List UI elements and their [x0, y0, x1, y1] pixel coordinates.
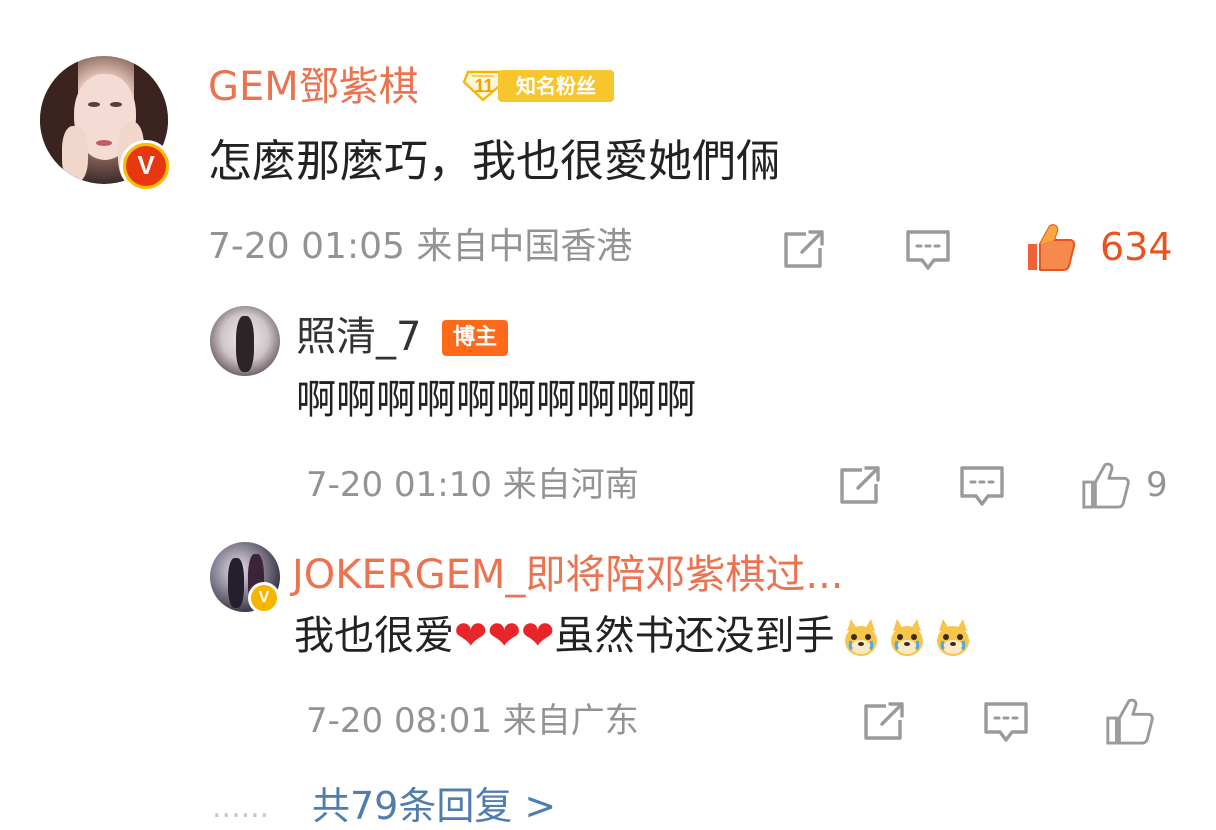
reply-timestamp: 7-20 01:10 来自河南 [306, 465, 639, 505]
verified-v-icon: V [120, 140, 172, 192]
avatar-lip [96, 140, 112, 146]
reply-text-prefix: 我也很爱 [294, 613, 454, 659]
blogger-badge: 博主 [442, 320, 508, 356]
like-icon[interactable] [1104, 696, 1154, 746]
avatar-eye [88, 102, 100, 107]
like-count: 634 [1100, 225, 1173, 269]
reply-text: 我也很爱❤❤❤虽然书还没到手 [294, 608, 973, 664]
heart-emoji: ❤ [521, 613, 555, 659]
avatar-figure [236, 316, 254, 372]
comment-icon[interactable] [904, 228, 952, 272]
avatar-hand [62, 126, 88, 182]
doge-cry-emoji [933, 617, 973, 659]
comment-icon[interactable] [958, 464, 1006, 508]
comment-text: 怎麼那麼巧，我也很愛她們倆 [208, 136, 780, 187]
fan-level-label: 知名粉丝 [498, 70, 614, 102]
comment-timestamp: 7-20 01:05 来自中国香港 [208, 226, 633, 267]
share-icon[interactable] [860, 700, 908, 744]
avatar-figure [228, 558, 244, 608]
avatar[interactable] [210, 306, 280, 376]
heart-emoji: ❤ [454, 613, 488, 659]
more-replies-link[interactable]: 共79条回复 > [312, 782, 556, 830]
comment-username[interactable]: GEM鄧紫棋 [208, 60, 419, 114]
reply-username[interactable]: JOKERGEM_即将陪邓紫棋过... [292, 548, 844, 602]
reply-text: 啊啊啊啊啊啊啊啊啊啊 [296, 377, 696, 423]
doge-cry-emoji [887, 617, 927, 659]
comment-icon[interactable] [982, 700, 1030, 744]
avatar-eye [110, 102, 122, 107]
reply-text-suffix: 虽然书还没到手 [554, 613, 835, 659]
like-count: 9 [1146, 465, 1168, 505]
share-icon[interactable] [780, 228, 828, 272]
fan-level-badge[interactable]: 11 知名粉丝 [462, 68, 614, 104]
like-icon[interactable] [1080, 460, 1130, 510]
fan-level-number: 11 [474, 76, 494, 96]
reply-timestamp: 7-20 08:01 来自广东 [306, 701, 639, 741]
heart-emoji: ❤ [487, 613, 522, 659]
verified-v-icon: V [248, 582, 280, 614]
share-icon[interactable] [836, 464, 884, 508]
like-icon[interactable] [1024, 222, 1076, 272]
reply-username[interactable]: 照清_7 [296, 310, 421, 364]
doge-cry-emoji [841, 617, 881, 659]
